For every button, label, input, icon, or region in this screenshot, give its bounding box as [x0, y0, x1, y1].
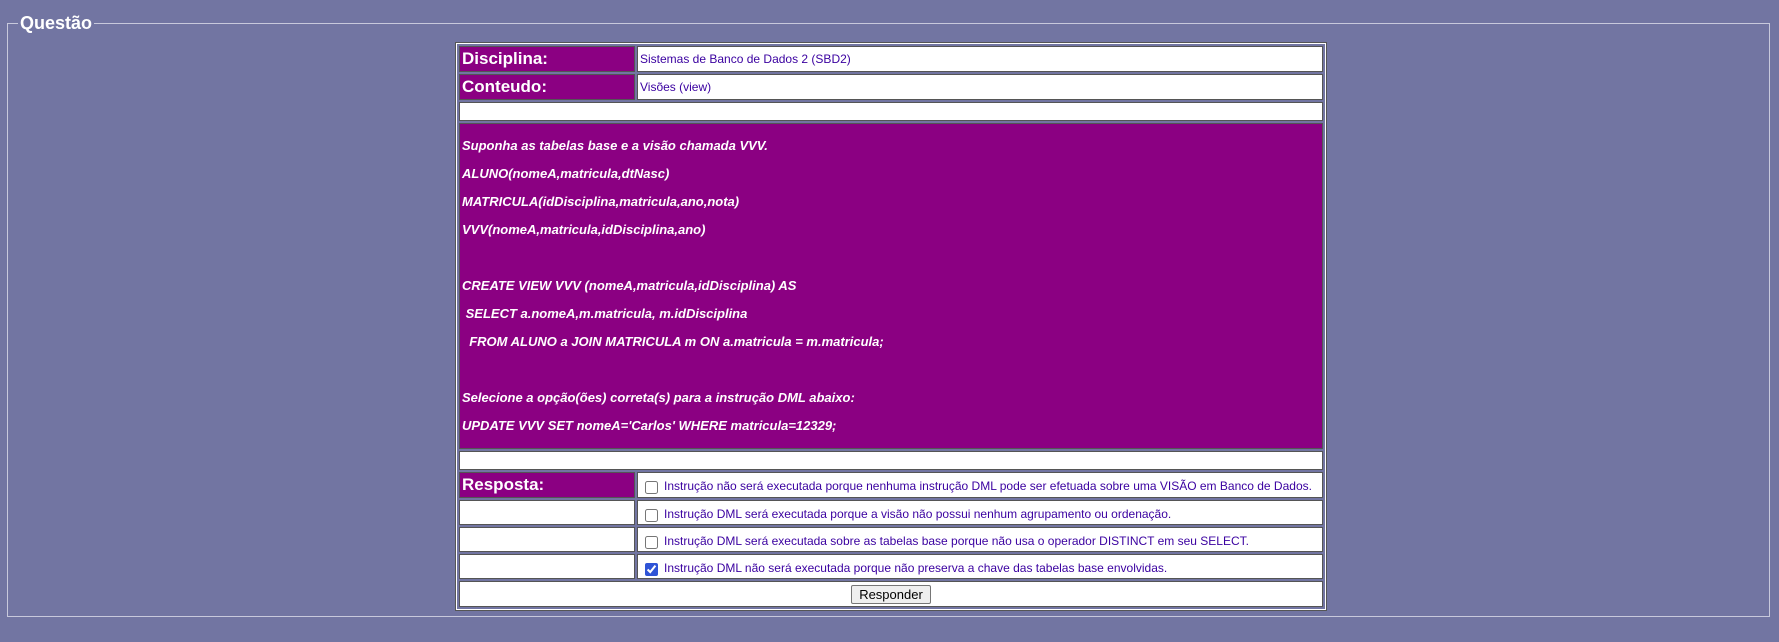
answer-row-1: Resposta: Instrução não será executada p…	[459, 472, 1323, 498]
answer-option-4-text: Instrução DML não será executada porque …	[664, 560, 1168, 575]
answer-option-3-text: Instrução DML será executada sobre as ta…	[664, 533, 1249, 548]
spacer-cell	[459, 102, 1323, 121]
disciplina-label: Disciplina:	[459, 46, 635, 72]
conteudo-row: Conteudo: Visões (view)	[459, 74, 1323, 100]
disciplina-value: Sistemas de Banco de Dados 2 (SBD2)	[637, 46, 1323, 72]
empty-label-cell	[459, 554, 635, 579]
answer-option-1-label-wrap[interactable]: Instrução não será executada porque nenh…	[640, 476, 1320, 494]
empty-label-cell	[459, 500, 635, 525]
statement-line	[462, 356, 1320, 384]
answer-option-2-text: Instrução DML será executada porque a vi…	[664, 506, 1172, 521]
statement-line: Suponha as tabelas base e a visão chamad…	[462, 138, 768, 153]
answer-checkbox-2[interactable]	[645, 508, 658, 522]
submit-cell: Responder	[459, 581, 1323, 607]
answer-option-3[interactable]: Instrução DML será executada sobre as ta…	[637, 527, 1323, 552]
answer-option-4[interactable]: Instrução DML não será executada porque …	[637, 554, 1323, 579]
answer-option-3-label-wrap[interactable]: Instrução DML será executada sobre as ta…	[640, 531, 1320, 549]
enunciado-row: Suponha as tabelas base e a visão chamad…	[459, 123, 1323, 449]
statement-line: Selecione a opção(ões) correta(s) para a…	[462, 390, 855, 405]
answer-checkbox-4[interactable]	[645, 562, 658, 576]
question-statement: Suponha as tabelas base e a visão chamad…	[459, 123, 1323, 449]
statement-line: SELECT a.nomeA,m.matricula, m.idDiscipli…	[462, 306, 748, 321]
empty-label-cell	[459, 527, 635, 552]
answer-option-1-text: Instrução não será executada porque nenh…	[664, 479, 1312, 493]
question-table: Disciplina: Sistemas de Banco de Dados 2…	[455, 42, 1327, 611]
spacer-row	[459, 451, 1323, 470]
question-legend: Questão	[20, 13, 93, 33]
resposta-label: Resposta:	[459, 472, 635, 498]
statement-line	[462, 244, 1320, 272]
answer-row-4: Instrução DML não será executada porque …	[459, 554, 1323, 579]
answer-row-3: Instrução DML será executada sobre as ta…	[459, 527, 1323, 552]
disciplina-row: Disciplina: Sistemas de Banco de Dados 2…	[459, 46, 1323, 72]
answer-checkbox-3[interactable]	[645, 535, 658, 549]
submit-row: Responder	[459, 581, 1323, 607]
statement-line: UPDATE VVV SET nomeA='Carlos' WHERE matr…	[462, 418, 837, 433]
spacer-row	[459, 102, 1323, 121]
answer-option-4-label-wrap[interactable]: Instrução DML não será executada porque …	[640, 558, 1320, 576]
answer-option-2[interactable]: Instrução DML será executada porque a vi…	[637, 500, 1323, 525]
conteudo-label: Conteudo:	[459, 74, 635, 100]
answer-row-2: Instrução DML será executada porque a vi…	[459, 500, 1323, 525]
answer-option-1[interactable]: Instrução não será executada porque nenh…	[637, 472, 1323, 498]
responder-button[interactable]: Responder	[851, 584, 931, 604]
statement-line: CREATE VIEW VVV (nomeA,matricula,idDisci…	[462, 278, 797, 293]
conteudo-value: Visões (view)	[637, 74, 1323, 100]
statement-line: VVV(nomeA,matricula,idDisciplina,ano)	[462, 222, 706, 237]
statement-line: FROM ALUNO a JOIN MATRICULA m ON a.matri…	[462, 334, 884, 349]
answer-option-2-label-wrap[interactable]: Instrução DML será executada porque a vi…	[640, 504, 1320, 522]
statement-line: ALUNO(nomeA,matricula,dtNasc)	[462, 166, 670, 181]
answer-checkbox-1[interactable]	[645, 481, 658, 494]
spacer-cell	[459, 451, 1323, 470]
statement-line: MATRICULA(idDisciplina,matricula,ano,not…	[462, 194, 740, 209]
